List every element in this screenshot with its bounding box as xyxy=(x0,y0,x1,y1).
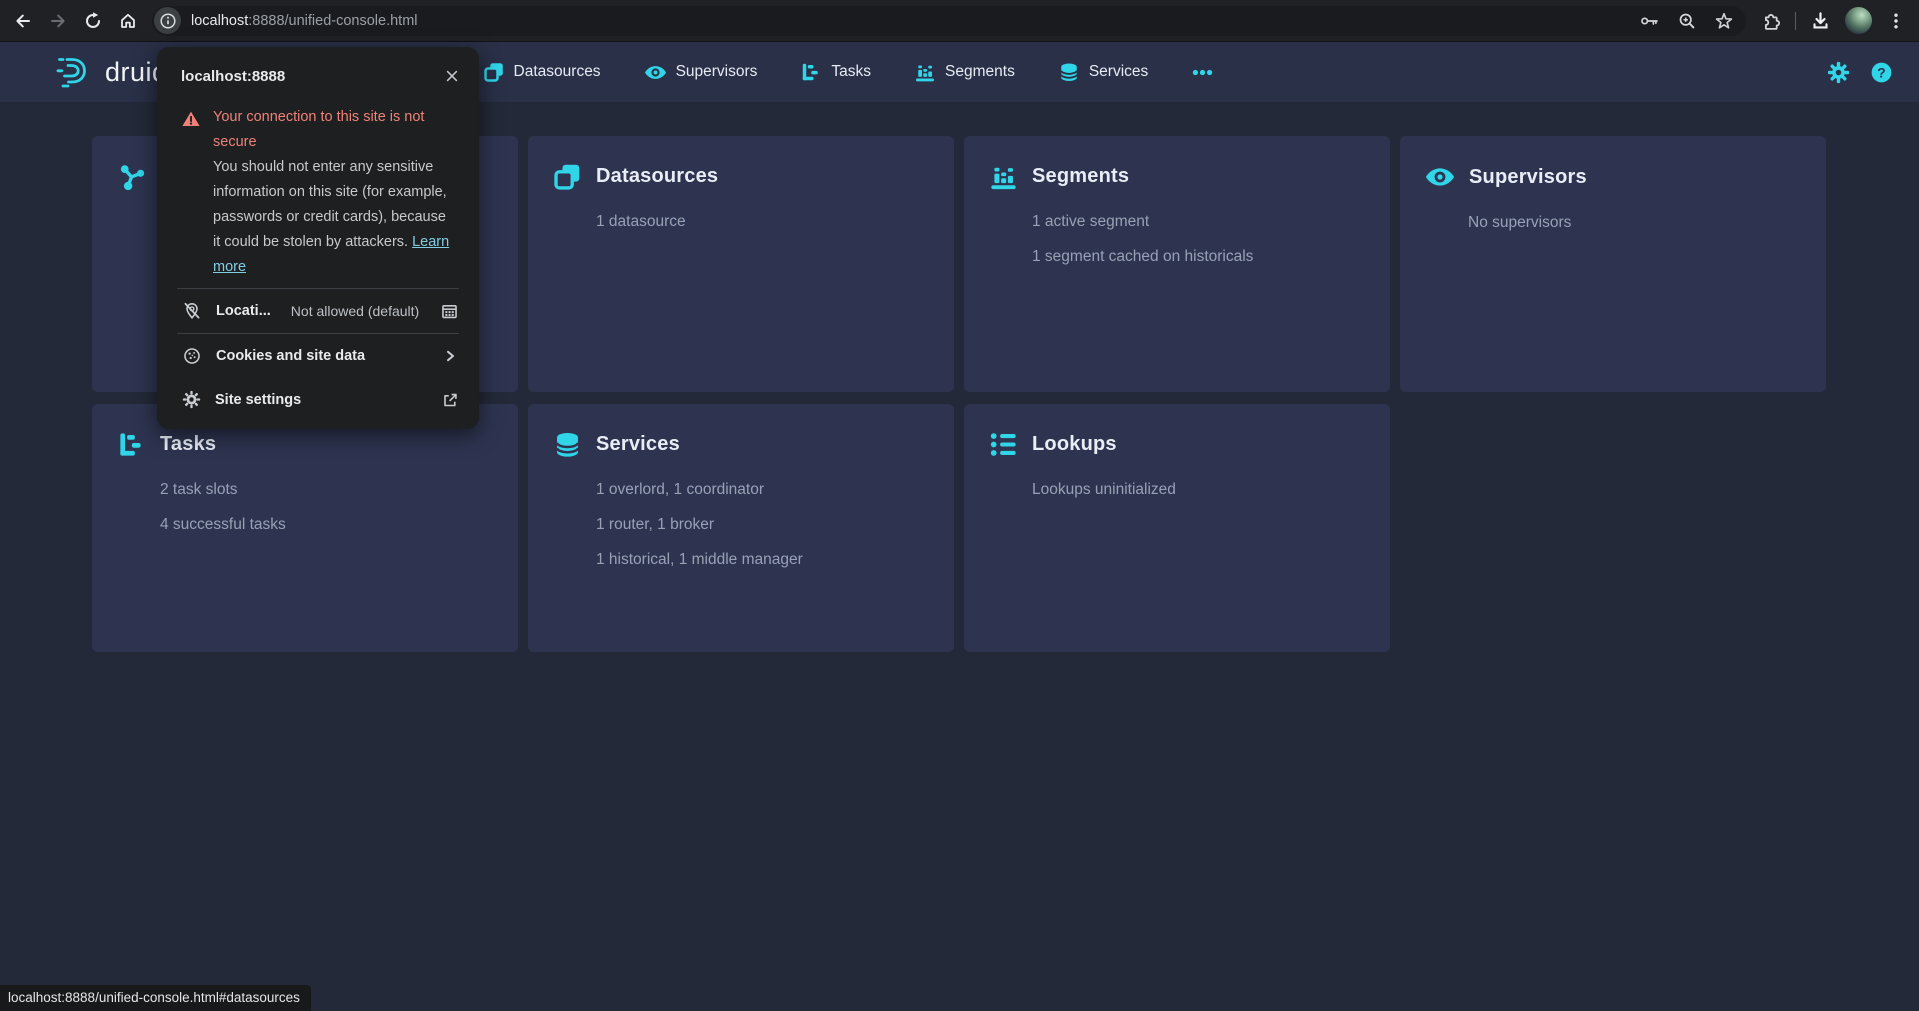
url-path: :8888/unified-console.html xyxy=(248,13,417,29)
warning-triangle-icon xyxy=(181,109,201,129)
reload-button[interactable] xyxy=(77,5,109,37)
database-icon xyxy=(1059,62,1079,82)
nav-item-segments[interactable]: Segments xyxy=(915,62,1015,82)
site-info-popup: localhost:8888 Your connection to this s… xyxy=(157,47,479,429)
card-datasources[interactable]: Datasources 1 datasource xyxy=(528,136,954,392)
location-permission-row[interactable]: Locati... Not allowed (default) xyxy=(157,289,479,333)
url-host: localhost xyxy=(191,13,248,29)
card-stat: 1 historical, 1 middle manager xyxy=(596,542,926,577)
profile-avatar[interactable] xyxy=(1845,7,1872,34)
more-ellipsis-icon xyxy=(1192,62,1213,83)
forward-icon xyxy=(48,11,68,31)
home-icon xyxy=(118,11,138,31)
permission-label: Locati... xyxy=(216,303,271,319)
multi-select-icon xyxy=(484,62,504,82)
svg-text:?: ? xyxy=(1877,65,1885,80)
help-button[interactable]: ? xyxy=(1870,61,1893,84)
nav-label: Segments xyxy=(945,63,1015,81)
cookies-label: Cookies and site data xyxy=(216,348,365,364)
card-segments[interactable]: Segments 1 active segment 1 segment cach… xyxy=(964,136,1390,392)
cookie-icon xyxy=(182,346,202,366)
nav-label: Tasks xyxy=(831,63,871,81)
nav-item-supervisors[interactable]: Supervisors xyxy=(645,62,758,83)
card-title: Datasources xyxy=(596,165,718,188)
external-link-icon xyxy=(441,391,459,409)
card-stat: No supervisors xyxy=(1468,205,1798,240)
toolbar-separator xyxy=(1795,12,1796,30)
connection-warning-title: Your connection to this site is not secu… xyxy=(213,105,457,155)
star-icon[interactable] xyxy=(1714,11,1734,31)
address-bar[interactable]: localhost:8888/unified-console.html xyxy=(152,6,1746,36)
nav-items: Datasources Supervisors Tasks xyxy=(484,62,1214,83)
location-off-icon xyxy=(182,301,202,321)
card-stat: 2 task slots xyxy=(160,472,490,507)
settings-gear-button[interactable] xyxy=(1827,61,1850,84)
card-stat: 1 datasource xyxy=(596,204,926,239)
settings-gear-icon xyxy=(1827,61,1850,84)
card-stat: 1 segment cached on historicals xyxy=(1032,239,1362,274)
stacked-chart-icon xyxy=(915,62,935,82)
card-services[interactable]: Services 1 overlord, 1 coordinator 1 rou… xyxy=(528,404,954,652)
stacked-chart-icon xyxy=(990,163,1017,190)
extensions-icon[interactable] xyxy=(1760,10,1781,31)
database-icon xyxy=(554,431,581,458)
forward-button[interactable] xyxy=(42,5,74,37)
close-icon xyxy=(443,67,461,85)
card-title: Tasks xyxy=(160,433,216,456)
card-lookups[interactable]: Lookups Lookups uninitialized xyxy=(964,404,1390,652)
eye-icon xyxy=(645,62,666,83)
nav-item-tasks[interactable]: Tasks xyxy=(801,62,871,82)
cookies-and-site-data-row[interactable]: Cookies and site data xyxy=(157,334,479,378)
nav-label: Services xyxy=(1089,63,1148,81)
card-tasks[interactable]: Tasks 2 task slots 4 successful tasks xyxy=(92,404,518,652)
nav-label: Datasources xyxy=(514,63,601,81)
menu-kebab-icon[interactable] xyxy=(1886,11,1906,31)
card-supervisors[interactable]: Supervisors No supervisors xyxy=(1400,136,1826,392)
card-stat: 1 router, 1 broker xyxy=(596,507,926,542)
card-title: Supervisors xyxy=(1469,166,1587,189)
link-status-bar: localhost:8888/unified-console.html#data… xyxy=(0,985,311,1011)
browser-toolbar: localhost:8888/unified-console.html xyxy=(0,0,1919,42)
zoom-icon[interactable] xyxy=(1677,11,1697,31)
multi-select-icon xyxy=(554,163,581,190)
nav-label: Supervisors xyxy=(676,63,758,81)
permission-scope-button[interactable] xyxy=(440,302,459,321)
download-icon[interactable] xyxy=(1810,10,1831,31)
nav-item-services[interactable]: Services xyxy=(1059,62,1148,82)
gear-icon xyxy=(182,390,201,409)
connection-warning-body: You should not enter any sensitive infor… xyxy=(213,155,457,280)
url-text: localhost:8888/unified-console.html xyxy=(191,13,418,29)
key-icon[interactable] xyxy=(1640,11,1660,31)
chevron-right-icon xyxy=(441,347,459,365)
nav-more-button[interactable] xyxy=(1192,62,1213,83)
building-icon xyxy=(440,302,459,321)
site-info-button[interactable] xyxy=(154,7,181,34)
permission-value: Not allowed (default) xyxy=(291,303,419,319)
back-icon xyxy=(13,11,33,31)
eye-icon xyxy=(1426,163,1454,191)
card-title: Lookups xyxy=(1032,433,1117,456)
card-title: Services xyxy=(596,433,680,456)
site-settings-row[interactable]: Site settings xyxy=(157,378,479,421)
card-stat: 4 successful tasks xyxy=(160,507,490,542)
graph-icon xyxy=(118,163,145,190)
site-info-icon xyxy=(159,12,177,30)
gantt-icon xyxy=(118,431,145,458)
popup-title: localhost:8888 xyxy=(181,68,285,85)
reload-icon xyxy=(83,11,103,31)
back-button[interactable] xyxy=(7,5,39,37)
gantt-icon xyxy=(801,62,821,82)
druid-brand[interactable]: druid xyxy=(54,55,168,89)
popup-close-button[interactable] xyxy=(437,61,467,91)
properties-icon xyxy=(990,431,1017,458)
home-button[interactable] xyxy=(112,5,144,37)
site-settings-label: Site settings xyxy=(215,392,301,408)
nav-item-datasources[interactable]: Datasources xyxy=(484,62,601,82)
card-stat: Lookups uninitialized xyxy=(1032,472,1362,507)
card-title: Segments xyxy=(1032,165,1129,188)
druid-logo-icon xyxy=(54,55,92,89)
card-stat: 1 overlord, 1 coordinator xyxy=(596,472,926,507)
help-icon: ? xyxy=(1870,61,1893,84)
card-stat: 1 active segment xyxy=(1032,204,1362,239)
